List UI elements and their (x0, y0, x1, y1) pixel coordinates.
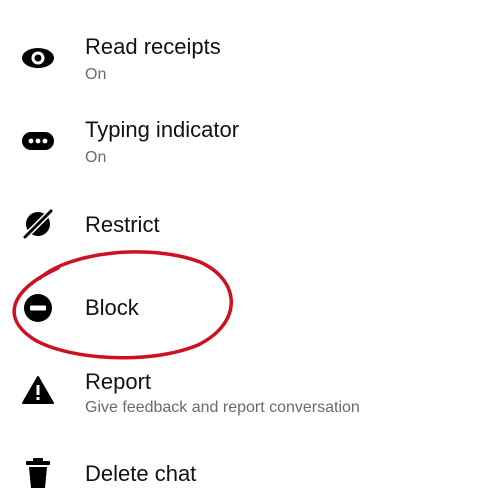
menu-item-read-receipts[interactable]: Read receipts On (0, 20, 500, 100)
restrict-label: Restrict (85, 212, 160, 237)
read-receipts-status: On (85, 66, 107, 83)
typing-indicator-status: On (85, 149, 107, 166)
block-icon (20, 290, 56, 326)
report-description: Give feedback and report conversation (85, 399, 360, 416)
report-label: Report (85, 369, 152, 394)
read-receipts-label: Read receipts (85, 34, 221, 59)
block-label: Block (85, 295, 139, 320)
menu-item-block[interactable]: Block (0, 274, 500, 344)
ellipsis-bubble-icon (20, 123, 56, 159)
restrict-icon (20, 206, 56, 242)
warning-icon (20, 372, 56, 408)
menu-item-report[interactable]: Report Give feedback and report conversa… (0, 355, 500, 435)
menu-item-typing-indicator[interactable]: Typing indicator On (0, 103, 500, 183)
typing-indicator-label: Typing indicator (85, 117, 240, 142)
menu-item-delete-chat[interactable]: Delete chat (0, 445, 500, 500)
trash-icon (20, 455, 56, 491)
eye-icon (20, 40, 56, 76)
delete-chat-label: Delete chat (85, 461, 197, 486)
menu-item-restrict[interactable]: Restrict (0, 190, 500, 260)
